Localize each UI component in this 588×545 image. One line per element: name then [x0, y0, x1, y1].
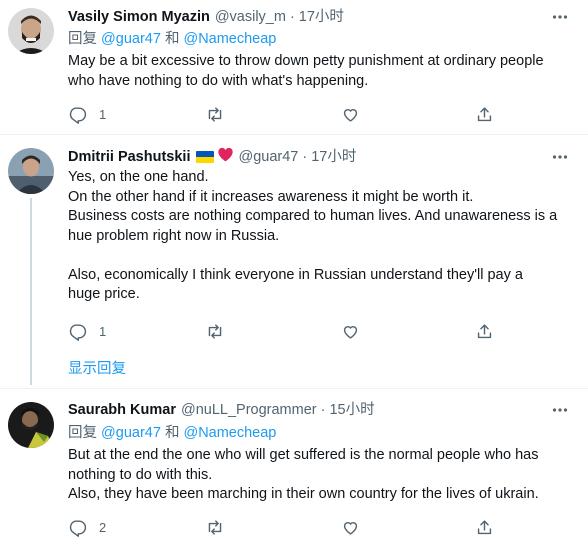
tweet-text: Yes, on the one hand. On the other hand …: [68, 168, 578, 305]
mention-link[interactable]: @Namecheap: [183, 31, 276, 47]
tweet-text-line: Yes, on the one hand.: [68, 169, 209, 185]
retweet-button[interactable]: [205, 517, 225, 537]
reply-prefix: 回复: [68, 425, 97, 441]
tweet-dmitrii[interactable]: Dmitrii Pashutskii @guar47 · 17小时 Yes, o…: [0, 135, 588, 385]
tweet-text-line: Business costs are nothing compared to h…: [68, 208, 558, 224]
avatar-vasily[interactable]: [8, 8, 54, 54]
retweet-button[interactable]: [205, 104, 225, 124]
more-icon[interactable]: [550, 147, 570, 167]
mention-link[interactable]: @Namecheap: [183, 425, 276, 441]
mention-link[interactable]: @guar47: [101, 425, 161, 441]
reply-count: 2: [99, 519, 107, 535]
avatar-saurabh[interactable]: [8, 402, 54, 448]
tweet-text: May be a bit excessive to throw down pet…: [68, 52, 578, 91]
reply-count: 1: [99, 323, 107, 339]
author-name[interactable]: Dmitrii Pashutskii: [68, 147, 190, 167]
tweet-actions: 1: [68, 321, 508, 341]
mention-link[interactable]: @guar47: [101, 31, 161, 47]
like-button[interactable]: [341, 104, 360, 124]
show-replies-link[interactable]: 显示回复: [68, 359, 126, 379]
tweet-saurabh[interactable]: Saurabh Kumar @nuLL_Programmer · 15小时 回复…: [0, 389, 588, 545]
like-button[interactable]: [341, 517, 360, 537]
share-button[interactable]: [475, 104, 494, 124]
retweet-icon: [208, 323, 222, 339]
tweet-text-line: huge price.: [68, 286, 140, 302]
separator-dot: ·: [289, 9, 295, 25]
like-button[interactable]: [341, 321, 360, 341]
reply-button[interactable]: 1: [68, 104, 106, 124]
author-handle[interactable]: @nuLL_Programmer: [181, 400, 317, 420]
author-handle[interactable]: @vasily_m: [215, 7, 286, 27]
author-name[interactable]: Vasily Simon Myazin: [68, 7, 210, 27]
tweet-text-line: hue problem right now in Russia.: [68, 227, 280, 244]
heart-icon: [343, 108, 358, 122]
retweet-icon: [208, 519, 222, 535]
tweet-text-line: nothing to do with this.: [68, 466, 213, 483]
red-heart-icon: [217, 147, 234, 168]
tweet-text-line: Also, they have been marching in their o…: [68, 486, 539, 502]
separator-dot: ·: [302, 149, 308, 165]
tweet-header: Saurabh Kumar @nuLL_Programmer · 15小时: [68, 400, 375, 420]
avatar-dmitrii[interactable]: [8, 148, 54, 194]
tweet-text-line: But at the end the one who will get suff…: [68, 447, 539, 463]
timestamp[interactable]: 15小时: [329, 400, 374, 420]
reply-icon: [69, 519, 87, 537]
tweet-header: Vasily Simon Myazin @vasily_m · 17小时: [68, 7, 344, 27]
timestamp[interactable]: 17小时: [311, 147, 356, 167]
author-name[interactable]: Saurabh Kumar: [68, 400, 176, 420]
heart-icon: [343, 521, 358, 535]
reply-icon: [69, 106, 87, 124]
retweet-button[interactable]: [205, 321, 225, 341]
separator-dot: ·: [320, 402, 326, 418]
reply-and: 和: [164, 425, 180, 441]
reply-icon: [69, 323, 87, 341]
reply-prefix: 回复: [68, 31, 97, 47]
share-icon: [477, 323, 492, 338]
tweet-text-line: May be a bit excessive to throw down pet…: [68, 53, 544, 69]
reply-count: 1: [99, 106, 107, 122]
replying-to: 回复 @guar47 和 @Namecheap: [68, 29, 276, 49]
tweet-text-line: Also, economically I think everyone in R…: [68, 266, 523, 283]
share-icon: [477, 106, 492, 121]
tweet-vasily[interactable]: Vasily Simon Myazin @vasily_m · 17小时 回复 …: [0, 0, 588, 130]
reply-and: 和: [164, 31, 180, 47]
retweet-icon: [208, 106, 222, 122]
heart-icon: [343, 325, 358, 339]
tweet-actions: 2: [68, 517, 508, 537]
tweet-text-line: On the other hand if it increases awaren…: [68, 188, 474, 205]
share-button[interactable]: [475, 517, 494, 537]
reply-button[interactable]: 2: [68, 517, 106, 537]
ukraine-flag-icon: [196, 151, 215, 163]
more-icon[interactable]: [550, 400, 570, 420]
share-icon: [477, 519, 492, 534]
tweet-text-line: who have nothing to do with what's happe…: [68, 72, 369, 89]
timestamp[interactable]: 17小时: [299, 7, 344, 27]
more-icon[interactable]: [550, 7, 570, 27]
replying-to: 回复 @guar47 和 @Namecheap: [68, 423, 276, 443]
tweet-actions: 1: [68, 104, 508, 124]
reply-button[interactable]: 1: [68, 321, 106, 341]
tweet-header: Dmitrii Pashutskii @guar47 · 17小时: [68, 147, 356, 167]
share-button[interactable]: [475, 321, 494, 341]
thread-line: [30, 198, 32, 385]
author-handle[interactable]: @guar47: [238, 147, 298, 167]
tweet-text: But at the end the one who will get suff…: [68, 446, 578, 505]
